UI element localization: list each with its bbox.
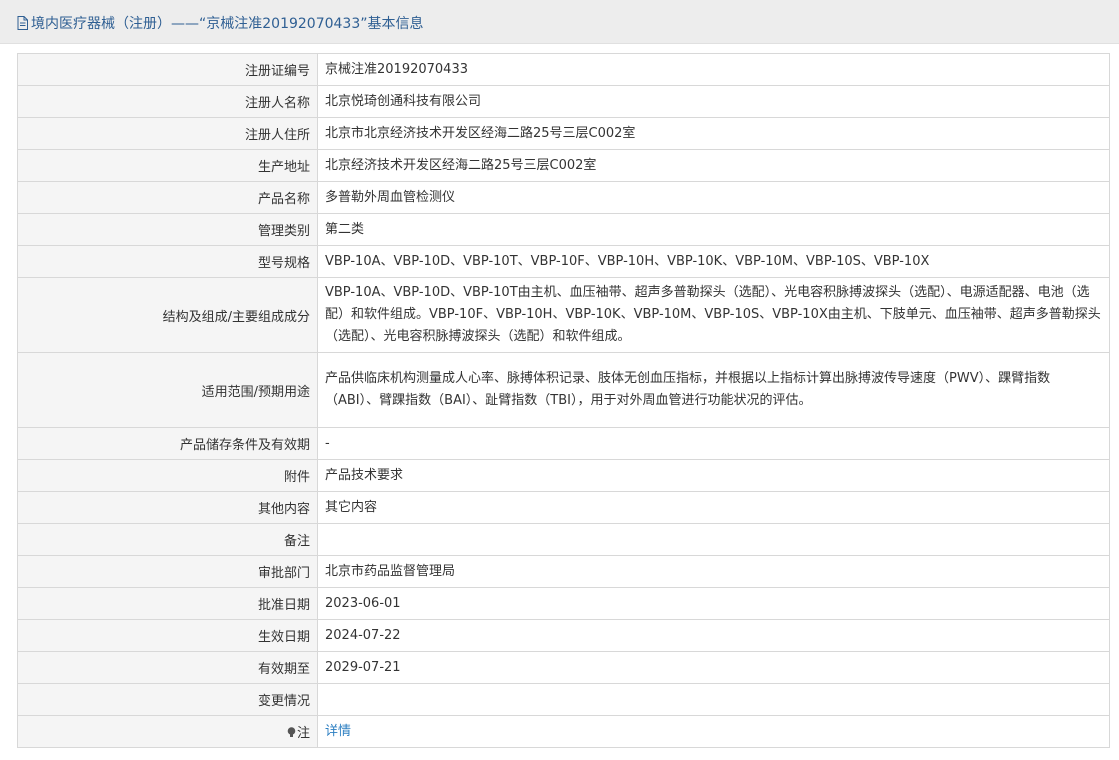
row-value-storage: - [317,427,1110,460]
lightbulb-icon [287,727,296,738]
table-row: 注 详情 [17,715,1110,748]
row-label-intended-use: 适用范围/预期用途 [17,352,318,428]
row-value-production-address: 北京经济技术开发区经海二路25号三层C002室 [317,149,1110,182]
table-row: 生产地址 北京经济技术开发区经海二路25号三层C002室 [17,149,1110,182]
row-value-intended-use: 产品供临床机构测量成人心率、脉搏体积记录、肢体无创血压指标，并根据以上指标计算出… [317,352,1110,428]
page-header: 境内医疗器械（注册）——“京械注准20192070433”基本信息 [0,0,1119,44]
row-value-registrant-name: 北京悦琦创通科技有限公司 [317,85,1110,118]
table-row: 生效日期 2024-07-22 [17,619,1110,652]
row-value-remarks [317,523,1110,556]
table-row: 附件 产品技术要求 [17,459,1110,492]
row-label-approval-dept: 审批部门 [17,555,318,588]
info-table: 注册证编号 京械注准20192070433 注册人名称 北京悦琦创通科技有限公司… [17,53,1110,748]
row-value-note: 详情 [317,715,1110,748]
row-label-effective-date: 生效日期 [17,619,318,652]
row-label-management-category: 管理类别 [17,213,318,246]
details-link[interactable]: 详情 [325,724,351,739]
row-label-registration-number: 注册证编号 [17,53,318,86]
row-label-changes: 变更情况 [17,683,318,716]
table-row: 型号规格 VBP-10A、VBP-10D、VBP-10T、VBP-10F、VBP… [17,245,1110,278]
row-label-remarks: 备注 [17,523,318,556]
row-label-registrant-name: 注册人名称 [17,85,318,118]
row-value-effective-date: 2024-07-22 [317,619,1110,652]
table-row: 审批部门 北京市药品监督管理局 [17,555,1110,588]
row-value-approval-dept: 北京市药品监督管理局 [317,555,1110,588]
row-value-management-category: 第二类 [317,213,1110,246]
table-row: 结构及组成/主要组成成分 VBP-10A、VBP-10D、VBP-10T由主机、… [17,277,1110,353]
row-value-model-spec: VBP-10A、VBP-10D、VBP-10T、VBP-10F、VBP-10H、… [317,245,1110,278]
row-value-attachment: 产品技术要求 [317,459,1110,492]
table-row: 适用范围/预期用途 产品供临床机构测量成人心率、脉搏体积记录、肢体无创血压指标，… [17,352,1110,428]
row-label-product-name: 产品名称 [17,181,318,214]
row-value-changes [317,683,1110,716]
row-value-expiry-date: 2029-07-21 [317,651,1110,684]
row-label-structure: 结构及组成/主要组成成分 [17,277,318,353]
table-row: 备注 [17,523,1110,556]
table-row: 变更情况 [17,683,1110,716]
table-row: 注册证编号 京械注准20192070433 [17,53,1110,86]
header-title-group: 境内医疗器械（注册）——“京械注准20192070433”基本信息 [17,13,423,33]
row-value-registrant-address: 北京市北京经济技术开发区经海二路25号三层C002室 [317,117,1110,150]
row-label-note: 注 [17,715,318,748]
row-value-registration-number: 京械注准20192070433 [317,53,1110,86]
table-row: 管理类别 第二类 [17,213,1110,246]
table-row: 产品名称 多普勒外周血管检测仪 [17,181,1110,214]
note-label: 注 [296,726,310,741]
table-row: 产品储存条件及有效期 - [17,427,1110,460]
table-row: 其他内容 其它内容 [17,491,1110,524]
row-label-approval-date: 批准日期 [17,587,318,620]
row-label-model-spec: 型号规格 [17,245,318,278]
row-label-production-address: 生产地址 [17,149,318,182]
table-row: 注册人名称 北京悦琦创通科技有限公司 [17,85,1110,118]
row-value-approval-date: 2023-06-01 [317,587,1110,620]
table-row: 注册人住所 北京市北京经济技术开发区经海二路25号三层C002室 [17,117,1110,150]
table-row: 有效期至 2029-07-21 [17,651,1110,684]
row-label-registrant-address: 注册人住所 [17,117,318,150]
row-value-other: 其它内容 [317,491,1110,524]
row-value-structure: VBP-10A、VBP-10D、VBP-10T由主机、血压袖带、超声多普勒探头（… [317,277,1110,353]
row-label-attachment: 附件 [17,459,318,492]
table-row: 批准日期 2023-06-01 [17,587,1110,620]
document-icon [17,16,28,30]
page-title: 境内医疗器械（注册）——“京械注准20192070433”基本信息 [31,16,424,32]
row-label-expiry-date: 有效期至 [17,651,318,684]
row-label-storage: 产品储存条件及有效期 [17,427,318,460]
row-label-other: 其他内容 [17,491,318,524]
row-value-product-name: 多普勒外周血管检测仪 [317,181,1110,214]
